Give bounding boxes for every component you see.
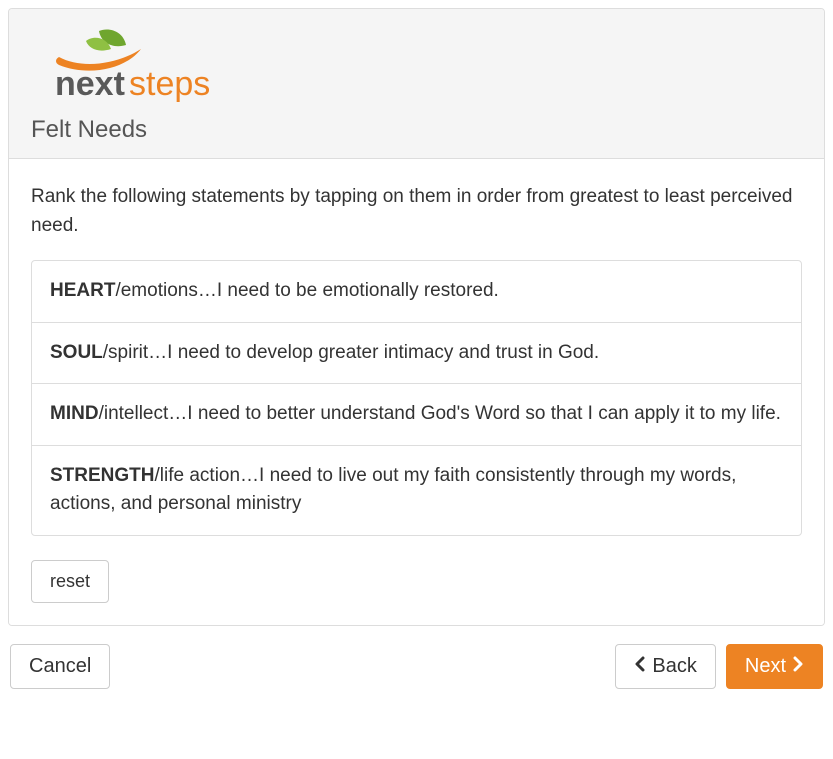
cancel-label: Cancel xyxy=(29,655,91,678)
list-item-rest: /intellect…I need to better understand G… xyxy=(99,403,781,424)
chevron-right-icon xyxy=(792,655,804,678)
ranking-list: HEART/emotions…I need to be emotionally … xyxy=(31,260,802,536)
list-item-bold: MIND xyxy=(50,403,99,424)
panel-body: Rank the following statements by tapping… xyxy=(9,159,824,625)
right-button-group: Back Next xyxy=(615,644,823,689)
logo: next steps xyxy=(31,27,241,110)
cancel-button[interactable]: Cancel xyxy=(10,644,110,689)
list-item[interactable]: HEART/emotions…I need to be emotionally … xyxy=(32,261,801,323)
nextsteps-logo-icon: next steps xyxy=(31,27,241,105)
logo-text-next: next xyxy=(55,65,125,103)
main-panel: next steps Felt Needs Rank the following… xyxy=(8,8,825,626)
panel-header: next steps Felt Needs xyxy=(9,9,824,159)
logo-text-steps: steps xyxy=(129,65,210,103)
list-item-bold: HEART xyxy=(50,280,115,301)
next-button[interactable]: Next xyxy=(726,644,823,689)
list-item-bold: STRENGTH xyxy=(50,465,155,486)
footer-buttons: Cancel Back Next xyxy=(8,644,825,689)
list-item[interactable]: SOUL/spirit…I need to develop greater in… xyxy=(32,323,801,385)
back-label: Back xyxy=(652,655,696,678)
back-button[interactable]: Back xyxy=(615,644,715,689)
list-item-rest: /emotions…I need to be emotionally resto… xyxy=(115,280,498,301)
list-item[interactable]: STRENGTH/life action…I need to live out … xyxy=(32,446,801,535)
next-label: Next xyxy=(745,655,786,678)
list-item-rest: /spirit…I need to develop greater intima… xyxy=(103,342,599,363)
chevron-left-icon xyxy=(634,655,646,678)
list-item-bold: SOUL xyxy=(50,342,103,363)
reset-button[interactable]: reset xyxy=(31,560,109,603)
instructions-text: Rank the following statements by tapping… xyxy=(31,183,802,240)
page-title: Felt Needs xyxy=(31,116,802,144)
list-item[interactable]: MIND/intellect…I need to better understa… xyxy=(32,384,801,446)
